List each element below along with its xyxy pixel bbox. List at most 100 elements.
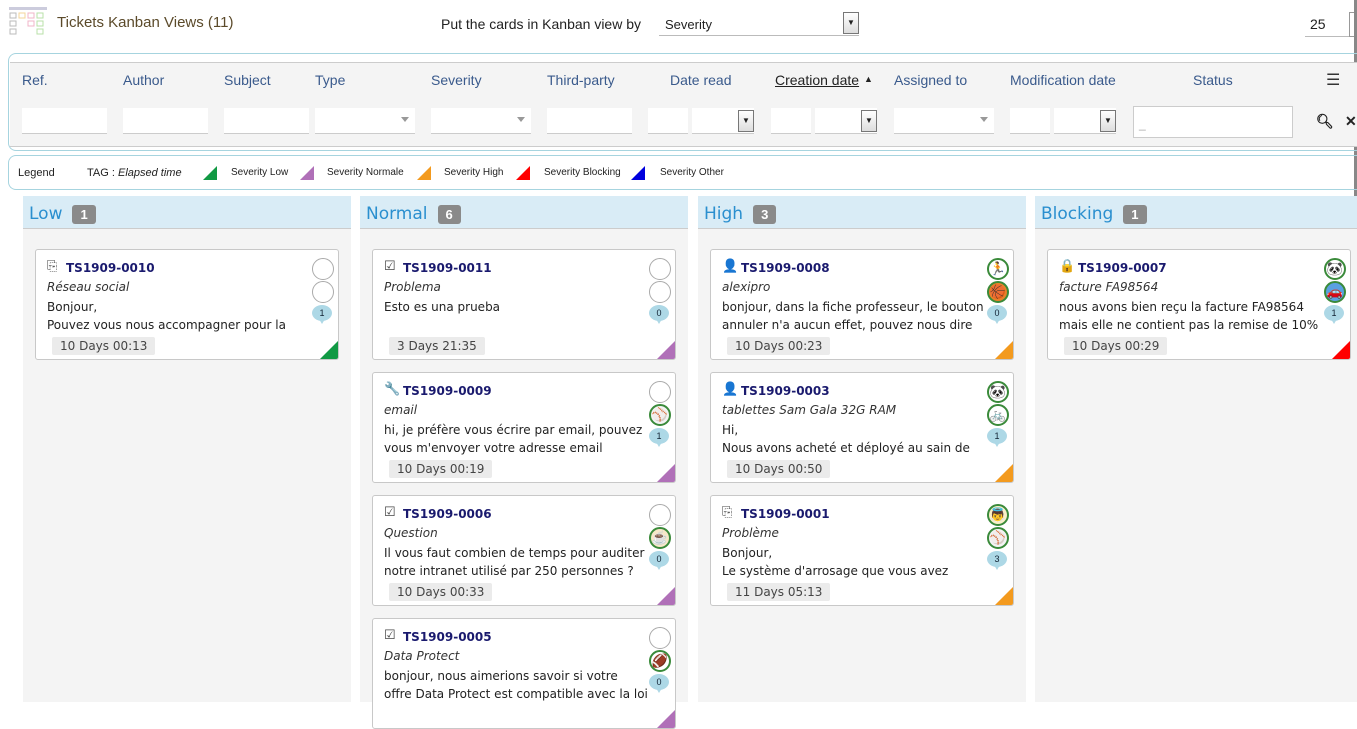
ticket-ref-link[interactable]: TS1909-0008 [741,261,830,275]
ticket-ref-link[interactable]: TS1909-0005 [403,630,492,644]
legend-item-normal: Severity Normale [327,167,404,178]
ticket-description: Hi, Nous avons acheté et déployé au sain … [722,423,970,455]
comment-count-badge[interactable]: 0 [649,551,669,570]
comment-count-badge[interactable]: 0 [649,305,669,324]
kanban-app-icon [9,7,47,35]
column-header-creation-date[interactable]: Creation date [775,72,859,88]
modification-date-year-select[interactable]: ▼ [1054,108,1116,134]
elapsed-time-tag: 3 Days 21:35 [389,337,485,355]
chevron-down-icon[interactable]: ▼ [1100,110,1116,132]
column-header-severity[interactable]: Severity [431,72,482,88]
date-read-year-select[interactable]: ▼ [692,108,754,134]
column-count-badge: 1 [1123,205,1147,224]
assignee-avatar[interactable]: 🚗 [1324,281,1346,303]
ticket-card[interactable]: ⎘ TS1909-0001 Problème Bonjour, Le système d… [710,495,1014,606]
chevron-down-icon[interactable]: ▼ [861,110,877,132]
comment-count-badge[interactable]: 1 [312,305,332,324]
assignee-avatar[interactable]: 🏀 [987,281,1009,303]
chevron-down-icon[interactable]: ▼ [843,12,859,34]
ticket-ref-link[interactable]: TS1909-0006 [403,507,492,521]
legend-item-high: Severity High [444,167,504,178]
assigned-to-filter-select[interactable] [894,108,994,134]
chevron-down-icon[interactable]: ▼ [738,110,754,132]
author-avatar[interactable] [649,504,671,526]
chevron-down-icon [980,117,988,122]
assignee-avatar[interactable]: ☕ [649,527,671,549]
ticket-card[interactable]: ☑ TS1909-0005 Data Protect bonjour, nous ai… [372,618,676,729]
column-header-type[interactable]: Type [315,72,345,88]
author-filter-input[interactable] [123,108,208,134]
comment-count-badge[interactable]: 0 [649,674,669,693]
kanban-by-value: Severity [665,17,712,32]
comment-count-badge[interactable]: 1 [1324,305,1344,324]
comment-count-badge[interactable]: 0 [987,305,1007,324]
assignee-avatar[interactable]: ⚾ [987,527,1009,549]
clear-filter-icon[interactable]: ✕ [1345,113,1357,130]
type-filter-select[interactable] [315,108,415,134]
page-limit-input[interactable]: 25 [1305,13,1349,37]
ticket-ref-link[interactable]: TS1909-0010 [66,261,155,275]
ticket-ref-link[interactable]: TS1909-0007 [1078,261,1167,275]
comment-count-badge[interactable]: 3 [987,551,1007,570]
wrench-icon: 🔧 [384,381,401,396]
checklist-icon: ☑ [384,258,396,273]
author-avatar[interactable]: 👼 [987,504,1009,526]
ticket-ref-link[interactable]: TS1909-0009 [403,384,492,398]
severity-corner-icon [657,464,675,482]
checklist-icon: ☑ [384,504,396,519]
severity-filter-select[interactable] [431,108,531,134]
ticket-card[interactable]: 🔧 TS1909-0009 email hi, je préfère vous écr… [372,372,676,483]
column-header-status[interactable]: Status [1193,72,1233,88]
assignee-avatar[interactable] [649,281,671,303]
author-avatar[interactable] [649,258,671,280]
column-header-date-read[interactable]: Date read [670,72,731,88]
subject-filter-input[interactable] [224,108,309,134]
column-header-third-party[interactable]: Third-party [547,72,615,88]
search-icon[interactable]: 🔍︎ [1316,113,1334,130]
ticket-description: nous avons bien reçu la facture FA98564 … [1059,300,1319,332]
ticket-card[interactable]: 👤 TS1909-0008 alexipro bonjour, dans la fic… [710,249,1014,360]
kanban-by-select[interactable]: Severity ▼ [659,12,859,36]
elapsed-time-tag: 11 Days 05:13 [727,583,831,601]
author-avatar[interactable] [649,381,671,403]
third-party-filter-input[interactable] [547,108,632,134]
assignee-avatar[interactable]: ⚾ [649,404,671,426]
column-header-author[interactable]: Author [123,72,164,88]
ticket-ref-link[interactable]: TS1909-0001 [741,507,830,521]
ticket-card[interactable]: ☑ TS1909-0011 Problema Esto es una prueba 3 … [372,249,676,360]
column-header-ref[interactable]: Ref. [22,72,48,88]
assignee-avatar[interactable] [312,281,334,303]
assignee-avatar[interactable]: 🏈 [649,650,671,672]
ticket-card[interactable]: ⎘ TS1909-0010 Réseau social Bonjour, Pouvez … [35,249,339,360]
author-avatar[interactable]: 🐼 [987,381,1009,403]
checklist-icon: ☑ [384,627,396,642]
comment-count-badge[interactable]: 1 [649,428,669,447]
list-view-icon[interactable]: ☰ [1326,70,1340,90]
ticket-card[interactable]: 🔒 TS1909-0007 facture FA98564 nous avons bi… [1047,249,1351,360]
author-avatar[interactable] [649,627,671,649]
status-filter-input[interactable]: _ [1133,106,1293,138]
kanban-column-blocking: Blocking 1 🔒 TS1909-0007 facture FA98564 nous… [1035,196,1357,702]
column-header-assigned-to[interactable]: Assigned to [894,72,967,88]
creation-date-month-input[interactable] [771,108,811,134]
ticket-card[interactable]: ☑ TS1909-0006 Question Il vous faut combien… [372,495,676,606]
column-header-subject[interactable]: Subject [224,72,271,88]
modification-date-month-input[interactable] [1010,108,1050,134]
comment-count-badge[interactable]: 1 [987,428,1007,447]
ticket-ref-link[interactable]: TS1909-0003 [741,384,830,398]
severity-normal-triangle-icon [300,166,314,180]
ref-filter-input[interactable] [22,108,107,134]
date-read-month-input[interactable] [648,108,688,134]
column-header-modification-date[interactable]: Modification date [1010,72,1116,88]
sort-ascending-icon[interactable]: ▲ [864,74,873,84]
ticket-subject: Question [384,526,438,540]
assignee-avatar[interactable]: 🚲 [987,404,1009,426]
author-avatar[interactable]: 🐼 [1324,258,1346,280]
creation-date-year-select[interactable]: ▼ [815,108,877,134]
author-avatar[interactable]: 🏃 [987,258,1009,280]
ticket-description: Il vous faut combien de temps pour audit… [384,546,645,578]
severity-corner-icon [995,464,1013,482]
author-avatar[interactable] [312,258,334,280]
ticket-card[interactable]: 👤 TS1909-0003 tablettes Sam Gala 32G RAM Hi… [710,372,1014,483]
ticket-ref-link[interactable]: TS1909-0011 [403,261,492,275]
